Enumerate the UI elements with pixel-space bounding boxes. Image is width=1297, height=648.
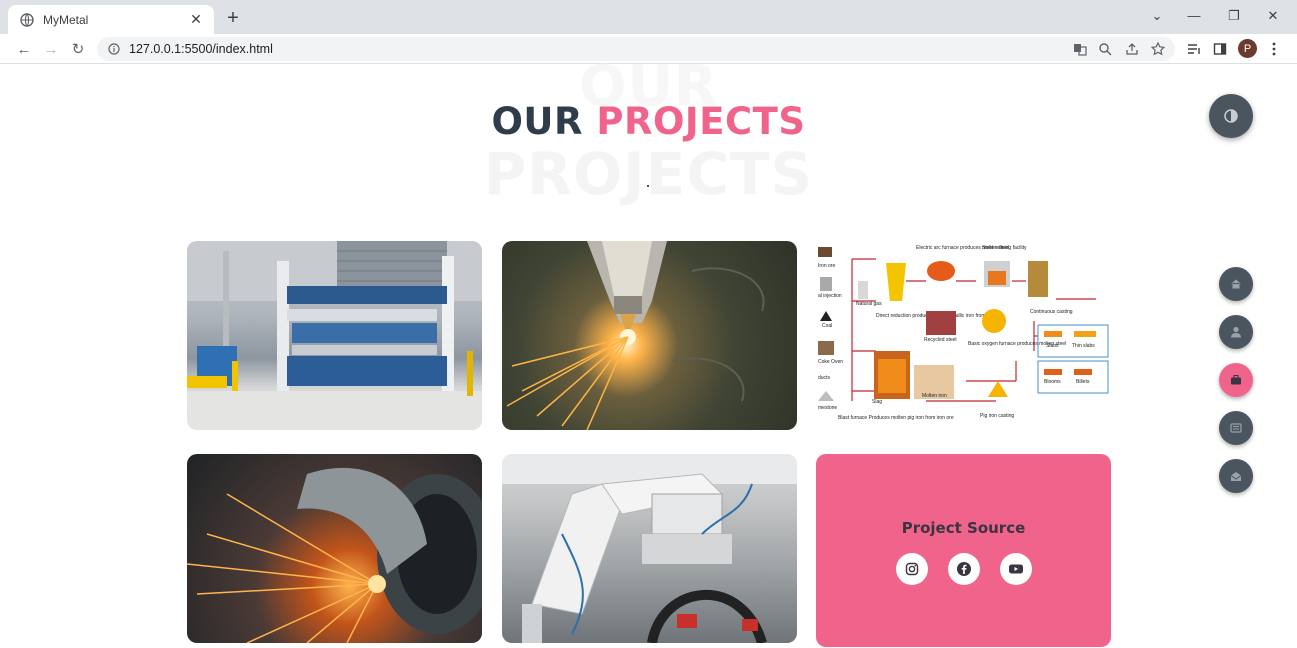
- grinding-sparks-image: [187, 467, 482, 643]
- facebook-icon: [957, 562, 971, 576]
- newspaper-icon: [1230, 423, 1242, 433]
- briefcase-icon: [1231, 375, 1241, 385]
- youtube-button[interactable]: [1000, 553, 1032, 585]
- label-iron-ore: Iron ore: [818, 263, 835, 269]
- title-word-projects: PROJECTS: [596, 100, 806, 143]
- label-continuous-casting: Continuous casting: [1030, 309, 1073, 315]
- nav-about-button[interactable]: [1219, 315, 1253, 349]
- steelmaking-diagram-image: Iron ore al injection Coal Coke Oven duc…: [818, 245, 1109, 421]
- page-title: OUR PROJECTS: [0, 100, 1297, 143]
- minimize-button[interactable]: —: [1180, 8, 1208, 28]
- envelope-open-icon: [1230, 472, 1242, 481]
- instagram-button[interactable]: [896, 553, 928, 585]
- label-pulverized: al injection: [818, 293, 842, 299]
- label-slabs: Slabs: [1046, 343, 1059, 349]
- project-laser-cutting[interactable]: [502, 241, 797, 430]
- theme-toggle-button[interactable]: [1209, 94, 1253, 138]
- nav-projects-button[interactable]: [1219, 363, 1253, 397]
- label-pig-iron: Pig iron casting: [980, 413, 1014, 419]
- tab-title: MyMetal: [43, 12, 89, 27]
- label-natural-gas: Natural gas: [856, 301, 882, 307]
- title-underline-dot: [647, 185, 649, 187]
- label-refining: Steel refining facility: [982, 245, 1027, 251]
- tab-close-icon[interactable]: ✕: [188, 11, 204, 28]
- label-coal: Coal: [822, 323, 832, 329]
- youtube-icon: [1009, 564, 1023, 574]
- project-grinding-sparks[interactable]: [187, 454, 482, 643]
- page-content: OUR PROJECTS OUR PROJECTS Iron ore al in…: [0, 54, 1297, 648]
- tab-search-icon[interactable]: ⌄: [1143, 8, 1171, 28]
- home-icon: [1231, 279, 1241, 289]
- label-billets: Billets: [1076, 379, 1090, 385]
- project-sheet-metal-machine[interactable]: [187, 241, 482, 430]
- heading-background-word-2: PROJECTS: [483, 140, 814, 208]
- tab-bar: MyMetal ✕ + ⌄ — ❐ ✕: [0, 0, 1297, 34]
- user-icon: [1231, 326, 1241, 338]
- label-coke-oven: Coke Oven: [818, 359, 843, 365]
- industrial-robot-image: [502, 454, 797, 643]
- label-limestone: mestone: [818, 405, 837, 411]
- nav-home-button[interactable]: [1219, 267, 1253, 301]
- label-blooms: Blooms: [1044, 379, 1061, 385]
- project-industrial-robot[interactable]: [502, 454, 797, 643]
- machine-image: [187, 241, 482, 430]
- label-slag: Slag: [872, 399, 882, 405]
- label-thin-slabs: Thin slabs: [1072, 343, 1095, 349]
- title-word-our: OUR: [491, 100, 583, 143]
- instagram-icon: [905, 562, 919, 576]
- project-source-title: Project Source: [901, 519, 1026, 537]
- project-steelmaking-diagram[interactable]: Iron ore al injection Coal Coke Oven duc…: [816, 241, 1111, 430]
- laser-cutting-image: [506, 241, 765, 430]
- globe-icon: [20, 12, 34, 27]
- label-blast-furnace: Blast furnace Produces molten pig iron f…: [838, 415, 954, 421]
- new-tab-button[interactable]: +: [222, 8, 244, 30]
- project-source-card: Project Source: [816, 454, 1111, 647]
- label-molten-iron: Molten iron: [922, 393, 947, 399]
- browser-tab[interactable]: MyMetal ✕: [8, 5, 214, 34]
- label-recycled: Recycled steel: [924, 337, 957, 343]
- contrast-icon: [1224, 109, 1238, 123]
- nav-contact-button[interactable]: [1219, 459, 1253, 493]
- label-products: ducts: [818, 375, 830, 381]
- facebook-button[interactable]: [948, 553, 980, 585]
- close-window-button[interactable]: ✕: [1259, 8, 1287, 28]
- nav-news-button[interactable]: [1219, 411, 1253, 445]
- restore-button[interactable]: ❐: [1220, 8, 1248, 28]
